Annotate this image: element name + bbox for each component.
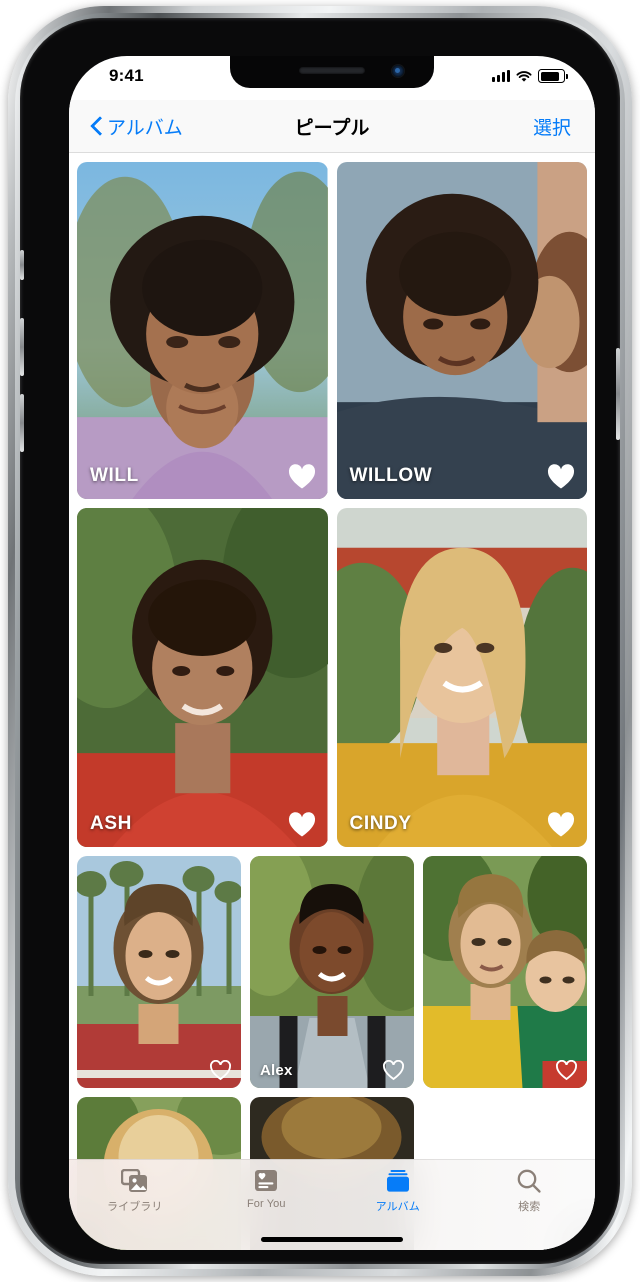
person-photo [77,856,241,1088]
tab-albums-label: アルバム [375,1201,420,1213]
person-tile[interactable] [77,856,241,1088]
person-name: WILL [90,465,139,486]
for-you-card-icon [254,1167,278,1194]
tab-library-label: ライブラリ [107,1201,163,1213]
device-notch [230,56,434,88]
heart-outline-icon[interactable] [555,1059,578,1081]
person-tile[interactable]: WILL [77,162,328,499]
person-tile[interactable] [423,856,587,1088]
tab-for-you[interactable]: For You [201,1167,333,1210]
iphone-device-frame: 9:41 アルバム ピープル 選択 WILL WILLOW ASH CINDY … [8,6,632,1276]
wifi-icon [516,70,532,82]
heart-outline-icon[interactable] [209,1059,232,1081]
home-indicator[interactable] [261,1237,403,1242]
volume-up-button[interactable] [20,318,24,376]
person-photo [77,162,328,499]
earpiece-speaker-icon [299,67,365,74]
person-photo [423,856,587,1088]
person-name: Alex [260,1062,293,1079]
power-button[interactable] [616,348,620,440]
signal-bars-icon [492,70,510,82]
person-name: CINDY [349,813,412,834]
status-bar-indicators [492,69,568,83]
photos-library-icon [121,1167,148,1194]
heart-filled-icon[interactable] [547,464,575,490]
battery-icon [538,69,568,83]
search-icon [516,1167,542,1194]
albums-folder-icon [385,1167,411,1194]
grid-row: Alex [69,856,595,1088]
grid-row: ASH CINDY [69,508,595,847]
navigation-bar: アルバム ピープル 選択 [69,100,595,153]
status-bar-time: 9:41 [109,66,144,85]
person-name: ASH [90,813,132,834]
tab-for-you-label: For You [246,1198,286,1210]
heart-filled-icon[interactable] [547,812,575,838]
device-bezel-inner: 9:41 アルバム ピープル 選択 WILL WILLOW ASH CINDY … [20,18,620,1264]
select-button[interactable]: 選択 [533,100,571,152]
page-title: ピープル [294,117,370,139]
volume-down-button[interactable] [20,394,24,452]
person-tile[interactable]: ASH [77,508,328,847]
tab-search[interactable]: 検索 [464,1167,596,1214]
heart-filled-icon[interactable] [288,812,316,838]
silent-switch-button[interactable] [20,250,24,280]
tab-search-label: 検索 [518,1201,541,1213]
front-camera-icon [392,65,404,77]
heart-filled-icon[interactable] [288,464,316,490]
people-grid[interactable]: WILL WILLOW ASH CINDY Alex [69,153,595,1250]
tab-library[interactable]: ライブラリ [69,1167,201,1214]
person-tile[interactable]: WILLOW [336,162,587,499]
person-name: WILLOW [349,465,433,486]
grid-row: WILL WILLOW [69,153,595,499]
person-photo [77,508,328,847]
tab-albums[interactable]: アルバム [332,1167,464,1214]
person-photo [250,856,414,1088]
person-tile[interactable]: CINDY [336,508,587,847]
person-photo [336,162,587,499]
device-screen: 9:41 アルバム ピープル 選択 WILL WILLOW ASH CINDY … [69,56,595,1250]
person-tile[interactable]: Alex [250,856,414,1088]
heart-outline-icon[interactable] [382,1059,405,1081]
person-photo [336,508,587,847]
